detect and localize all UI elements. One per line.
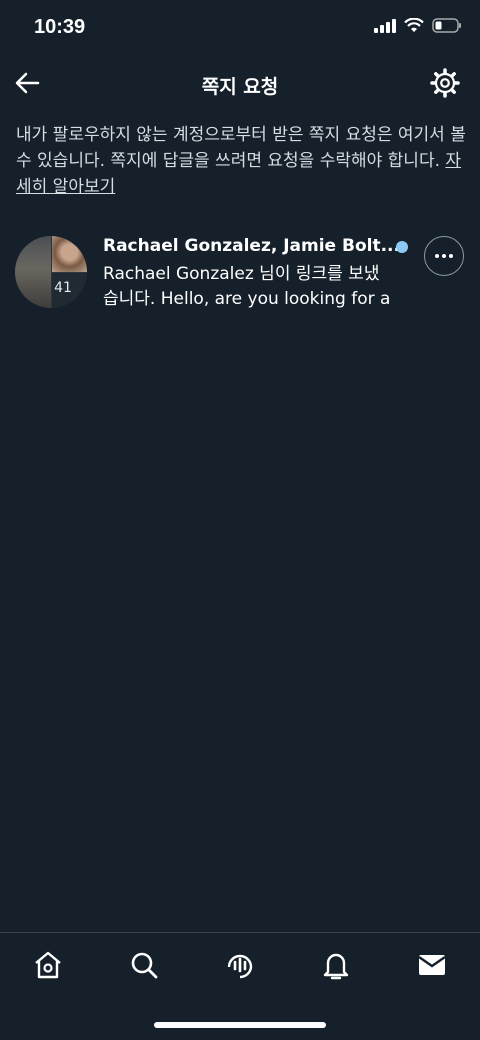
more-dot-icon: [435, 254, 439, 258]
battery-icon: [432, 18, 461, 33]
more-dot-icon: [442, 254, 446, 258]
group-avatar: 41: [15, 236, 87, 308]
page-title: 쪽지 요청: [201, 76, 279, 98]
search-icon[interactable]: [128, 949, 160, 981]
status-time: 10:39: [34, 16, 86, 38]
home-icon[interactable]: [32, 949, 64, 981]
conversation-names: Rachael Gonzalez, Jamie Bolt...: [103, 236, 400, 256]
settings-gear-icon[interactable]: [430, 68, 460, 98]
description-text: 내가 팔로우하지 않는 계정으로부터 받은 쪽지 요청은 여기서 볼 수 있습니…: [16, 125, 466, 171]
message-preview: Rachael Gonzalez 님이 링크를 보냈습니다. Hello, ar…: [103, 264, 391, 309]
participant-count: 41: [54, 280, 72, 296]
status-bar: 10:39: [0, 0, 480, 56]
spaces-icon[interactable]: [224, 949, 256, 981]
avatar-photo-2: [52, 236, 87, 272]
more-options-button[interactable]: [424, 236, 464, 276]
message-request-item[interactable]: 41 Rachael Gonzalez, Jamie Bolt... Racha…: [0, 228, 480, 318]
header: 쪽지 요청: [0, 60, 480, 110]
avatar-photo-1: [15, 236, 51, 308]
more-dot-icon: [449, 254, 453, 258]
messages-icon[interactable]: [416, 949, 448, 981]
status-icons: [374, 18, 462, 33]
notifications-icon[interactable]: [320, 949, 352, 981]
requests-description: 내가 팔로우하지 않는 계정으로부터 받은 쪽지 요청은 여기서 볼 수 있습니…: [16, 122, 466, 200]
wifi-icon: [404, 18, 424, 32]
home-indicator: [154, 1022, 326, 1028]
cellular-signal-icon: [374, 18, 396, 33]
unread-indicator: [396, 241, 408, 253]
